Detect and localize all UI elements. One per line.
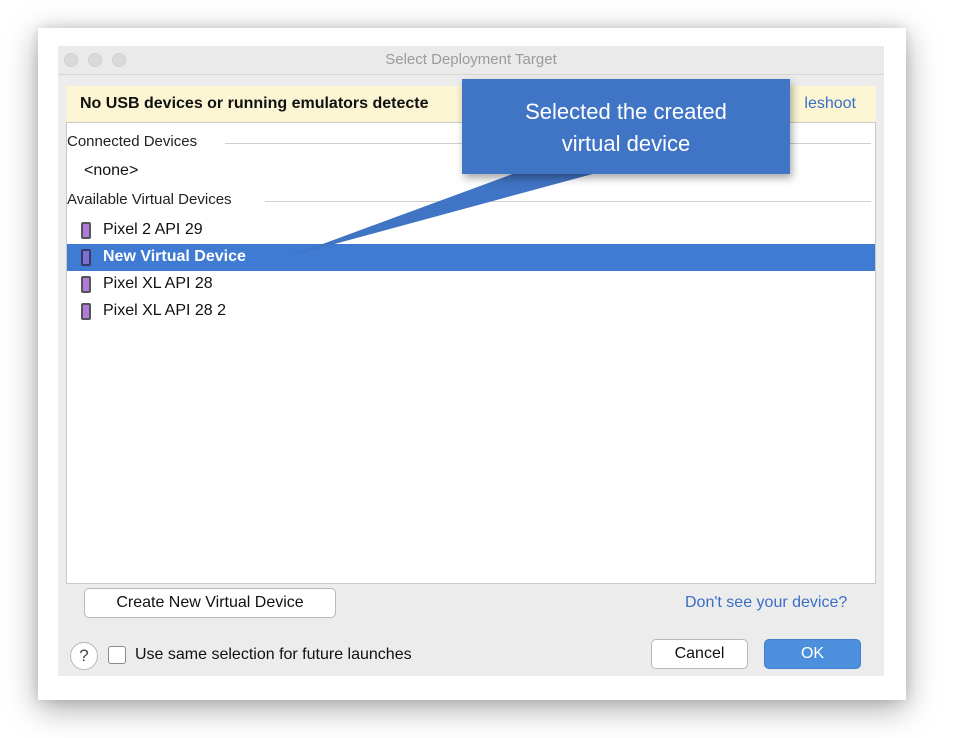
annotation-callout: Selected the created virtual device (462, 79, 790, 174)
annotation-line-1: Selected the created (525, 99, 727, 124)
callout-pointer-shape (290, 172, 600, 256)
annotation-line-2: virtual device (561, 131, 691, 156)
